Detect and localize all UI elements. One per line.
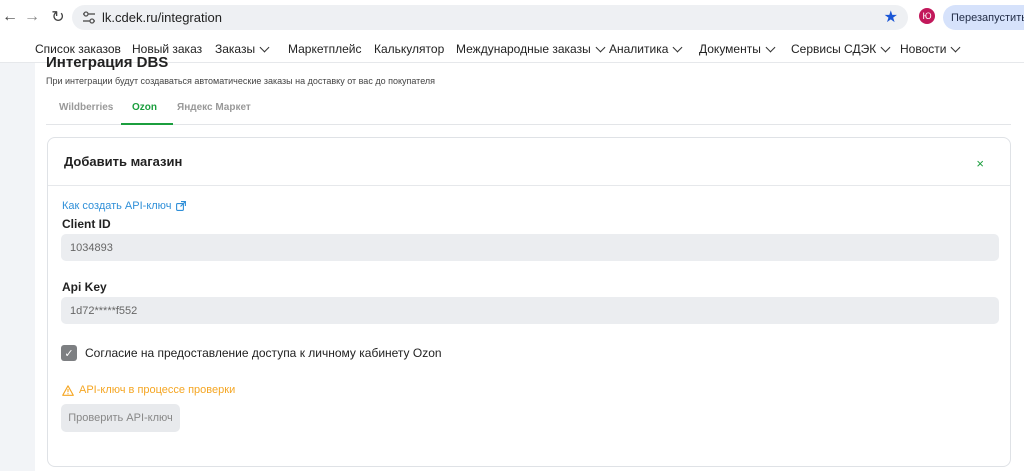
chevron-down-icon <box>951 42 961 52</box>
card-title: Добавить магазин <box>64 154 183 169</box>
chevron-down-icon <box>765 42 776 52</box>
verify-api-key-button[interactable]: Проверить API-ключ <box>61 404 180 432</box>
add-store-card: Добавить магазин × Как создать API-ключ … <box>47 137 1011 467</box>
url-text[interactable]: lk.cdek.ru/integration <box>102 10 222 25</box>
tab-ozon[interactable]: Ozon <box>132 102 157 113</box>
integration-page: Интеграция DBS При интеграции будут созд… <box>35 54 1024 471</box>
reload-icon[interactable]: ↻ <box>48 7 68 27</box>
nav-documents[interactable]: Документы <box>699 42 776 56</box>
checkmark-icon: ✓ <box>64 347 74 360</box>
chevron-down-icon <box>672 42 683 52</box>
page-description: При интеграции будут создаваться автомат… <box>46 76 436 86</box>
nav-orders[interactable]: Заказы <box>215 42 270 56</box>
restart-update-button[interactable]: Перезапустить и обновить <box>943 5 1024 30</box>
chevron-down-icon <box>880 42 891 52</box>
address-bar[interactable]: lk.cdek.ru/integration ★ <box>72 5 908 30</box>
back-arrow-icon[interactable]: ← <box>0 7 20 27</box>
consent-checkbox[interactable]: ✓ <box>61 345 77 361</box>
api-key-field[interactable]: 1d72*****f552 <box>61 297 999 324</box>
card-header: Добавить магазин × <box>48 138 1010 186</box>
api-key-label: Api Key <box>62 280 107 294</box>
api-key-help-link[interactable]: Как создать API-ключ <box>62 200 187 212</box>
api-key-status-warning: API-ключ в процессе проверки <box>62 384 235 396</box>
profile-avatar[interactable]: Ю <box>919 8 935 24</box>
close-icon[interactable]: × <box>976 156 984 171</box>
tab-wildberries[interactable]: Wildberries <box>59 102 113 113</box>
page-title: Интеграция DBS <box>46 54 169 71</box>
nav-cdek-services[interactable]: Сервисы СДЭК <box>791 42 891 56</box>
tab-yandex-market[interactable]: Яндекс Маркет <box>177 102 251 113</box>
warning-icon <box>62 384 74 396</box>
nav-calculator[interactable]: Калькулятор <box>374 42 444 56</box>
chevron-down-icon <box>259 42 270 52</box>
tabs-divider <box>46 124 1011 125</box>
active-tab-indicator <box>121 123 173 125</box>
browser-toolbar: ← → ↻ lk.cdek.ru/integration ★ Ю Перезап… <box>0 0 1024 35</box>
client-id-label: Client ID <box>62 217 111 231</box>
chevron-down-icon <box>595 42 606 52</box>
bookmark-star-icon[interactable]: ★ <box>884 7 898 27</box>
nav-marketplace[interactable]: Маркетплейс <box>288 42 362 56</box>
site-settings-icon[interactable] <box>82 11 96 24</box>
nav-news[interactable]: Новости <box>900 42 961 56</box>
external-link-icon <box>176 201 187 211</box>
nav-international-orders[interactable]: Международные заказы <box>456 42 606 56</box>
consent-label[interactable]: Согласие на предоставление доступа к лич… <box>85 346 442 360</box>
forward-arrow-icon[interactable]: → <box>22 7 42 27</box>
nav-analytics[interactable]: Аналитика <box>609 42 683 56</box>
client-id-field[interactable]: 1034893 <box>61 234 999 261</box>
